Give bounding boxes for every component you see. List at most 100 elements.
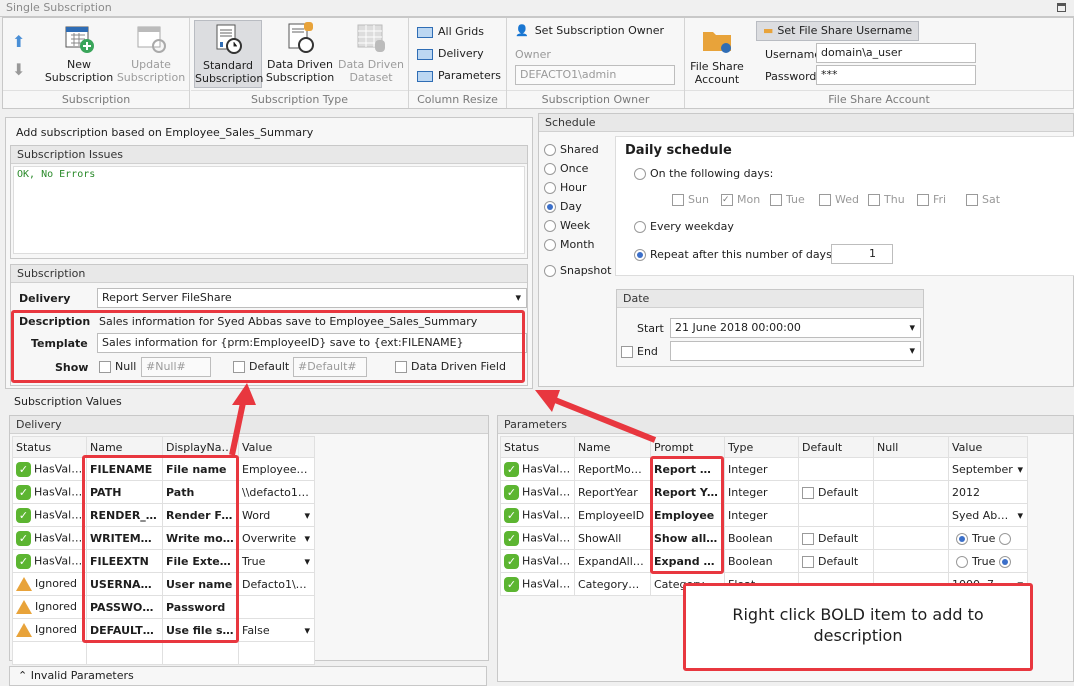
resize-parameters-button[interactable]: Parameters [417,69,501,82]
default-checkbox[interactable] [802,555,814,568]
update-subscription-button[interactable]: Update Subscription [111,22,191,84]
data-driven-dataset-button[interactable]: Data Driven Dataset [335,22,407,84]
default-checkbox[interactable] [802,486,814,499]
value-cell[interactable]: \\defacto1… [238,480,315,504]
column-header[interactable]: Prompt [650,436,725,458]
file-share-account-button[interactable]: File Share Account [689,24,745,86]
start-date-picker[interactable]: 21 June 2018 00:00:00 [670,318,921,338]
column-header[interactable]: Status [12,436,87,458]
radio[interactable] [544,220,556,232]
day-checkbox-mon[interactable]: ✓ Mon [721,193,760,206]
owner-field[interactable]: DEFACTO1\admin [515,65,675,85]
value-cell[interactable]: False ▾ [238,618,315,642]
column-header[interactable]: Null [873,436,949,458]
radio[interactable] [544,144,556,156]
value-cell[interactable]: Defacto1\a… [238,572,315,596]
value-cell[interactable]: Word ▾ [238,503,315,527]
day-checkbox-tue[interactable]: Tue [770,193,805,206]
set-subscription-owner-button[interactable]: 👤 Set Subscription Owner [515,24,664,37]
value-cell[interactable]: Employee_… [238,457,315,481]
end-date-picker[interactable] [670,341,921,361]
radio[interactable] [544,163,556,175]
dropdown-arrow-icon[interactable]: ▾ [1017,463,1023,476]
default-cell[interactable]: Default [798,549,874,573]
default-cell[interactable]: Default [798,480,874,504]
radio[interactable] [544,239,556,251]
value-cell[interactable]: Overwrite ▾ [238,526,315,550]
schedule-option-hour[interactable]: Hour [544,181,587,194]
value-cell[interactable]: True [948,526,1028,550]
table-row[interactable]: ✓ HasVali… ReportMonth Report M… Integer Sept… [500,457,1028,481]
column-header[interactable]: Type [724,436,799,458]
day-checkbox-wed[interactable]: Wed [819,193,859,206]
table-row[interactable]: ✓ HasVali… ShowAll Show all i… Boolean Defaul… [500,526,1028,550]
default-cell[interactable] [798,503,874,527]
value-cell[interactable]: 2012 [948,480,1028,504]
null-cell[interactable] [873,549,949,573]
null-cell[interactable] [873,503,949,527]
resize-all-grids-button[interactable]: All Grids [417,25,484,38]
column-header[interactable]: Value [948,436,1028,458]
standard-subscription-button[interactable]: Standard Subscription [194,20,263,88]
value-cell[interactable]: Syed Ab… ▾ [948,503,1028,527]
move-up-icon[interactable]: ⬆ [12,32,25,51]
check-icon: ✓ [504,553,519,569]
move-down-icon[interactable]: ⬇ [12,60,25,79]
null-cell[interactable] [873,480,949,504]
dropdown-arrow-icon[interactable]: ▾ [1017,509,1023,522]
radio[interactable] [544,182,556,194]
data-driven-subscription-button[interactable]: Data Driven Subscription [263,22,337,84]
column-header[interactable]: Value [238,436,315,458]
delivery-select[interactable]: Report Server FileShare [97,288,527,308]
value-cell[interactable]: September ▾ [948,457,1028,481]
table-row[interactable]: ✓ HasVali… EmployeeID Employee Integer Syed A… [500,503,1028,527]
repeat-days-spinner[interactable]: 1 [831,244,893,264]
schedule-option-once[interactable]: Once [544,162,588,175]
radio[interactable] [544,265,556,277]
schedule-option-week[interactable]: Week [544,219,590,232]
day-checkbox-thu[interactable]: Thu [868,193,905,206]
true-radio[interactable] [956,532,968,545]
invalid-parameters-header[interactable]: ⌃ Invalid Parameters [9,666,487,686]
default-checkbox[interactable] [802,532,814,545]
column-header[interactable]: Status [500,436,575,458]
dropdown-arrow-icon[interactable]: ▾ [304,624,310,637]
value-cell[interactable]: True ▾ [238,549,315,573]
column-header[interactable]: Default [798,436,874,458]
password-field[interactable]: *** [816,65,976,85]
schedule-option-shared[interactable]: Shared [544,143,599,156]
table-row[interactable]: ✓ HasVali… ReportYear Report Ye… Integer Defa… [500,480,1028,504]
value-cell[interactable] [238,595,315,619]
dropdown-arrow-icon[interactable]: ▾ [304,509,310,522]
resize-delivery-button[interactable]: Delivery [417,47,484,60]
schedule-option-month[interactable]: Month [544,238,594,251]
every-weekday-radio[interactable]: Every weekday [634,220,734,233]
window-menu-icon[interactable] [1057,3,1066,12]
schedule-option-day[interactable]: Day [544,200,582,213]
table-row[interactable]: ✓ HasVali… ExpandAllT… Expand all… Boolean De… [500,549,1028,573]
day-checkbox-sat[interactable]: Sat [966,193,1000,206]
set-file-share-username-button[interactable]: ▬ Set File Share Username [756,21,920,41]
radio[interactable] [544,201,556,213]
null-cell[interactable] [873,526,949,550]
end-checkbox[interactable]: End [621,345,658,358]
report-database-icon [288,22,314,53]
default-cell[interactable] [798,457,874,481]
false-radio[interactable] [999,532,1012,545]
column-header[interactable]: Name [574,436,651,458]
true-radio[interactable] [956,555,968,568]
false-radio[interactable] [999,555,1012,568]
day-checkbox-fri[interactable]: Fri [917,193,946,206]
schedule-option-snapshot[interactable]: Snapshot [544,264,611,277]
dropdown-arrow-icon[interactable]: ▾ [304,532,310,545]
dropdown-arrow-icon[interactable]: ▾ [304,555,310,568]
on-days-radio[interactable]: On the following days: [634,167,773,180]
username-field[interactable]: domain\a_user [816,43,976,63]
repeat-days-radio[interactable]: Repeat after this number of days [634,248,832,261]
status-cell: ✓ HasVali… [12,480,87,504]
null-cell[interactable] [873,457,949,481]
value-cell[interactable]: True [948,549,1028,573]
default-cell[interactable]: Default [798,526,874,550]
new-subscription-button[interactable]: New Subscription [39,22,119,84]
day-checkbox-sun[interactable]: Sun [672,193,709,206]
